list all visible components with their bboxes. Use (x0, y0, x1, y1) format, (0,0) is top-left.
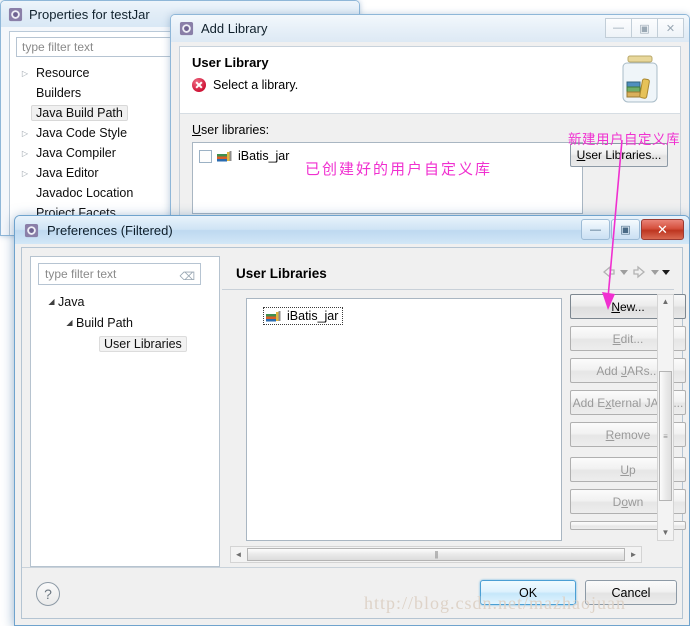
annotation-arrow (602, 140, 623, 310)
chevron-down-icon: ◢ (48, 297, 55, 306)
preferences-title: Preferences (Filtered) (47, 222, 173, 238)
vertical-scrollbar[interactable]: ▲ ≡ ▼ (657, 294, 674, 541)
properties-title: Properties for testJar (29, 6, 150, 22)
chevron-right-icon: ▷ (21, 68, 29, 78)
preferences-tree-item-build-path[interactable]: ◢ Build Path (37, 312, 217, 333)
chevron-down-icon: ◢ (66, 318, 73, 327)
scrollbar-track[interactable]: ≡ (658, 309, 673, 526)
properties-tree-label: Builders (36, 86, 82, 100)
maximize-icon[interactable]: ▣ (631, 18, 658, 38)
properties-tree-label: Resource (36, 66, 90, 80)
library-icon (266, 310, 281, 321)
properties-tree-label: Java Build Path (31, 105, 128, 121)
checkbox[interactable] (199, 149, 212, 163)
page-title: User Libraries (236, 266, 327, 281)
user-libraries-listbox[interactable]: iBatis_jar (246, 298, 562, 541)
eclipse-logo-icon (8, 7, 23, 21)
add-library-heading: User Library (192, 55, 269, 70)
preferences-tree-label: Build Path (76, 315, 133, 330)
clear-filter-icon[interactable]: ⌫ (179, 267, 195, 288)
error-icon (192, 78, 206, 92)
chevron-right-icon: ▷ (21, 168, 29, 178)
add-library-message-row: Select a library. (192, 78, 298, 92)
library-jar-icon (622, 55, 658, 103)
scroll-left-icon[interactable]: ◄ (231, 550, 246, 559)
preferences-filter-input[interactable]: type filter text ⌫ (38, 263, 201, 285)
eclipse-logo-icon (24, 223, 39, 237)
help-icon[interactable]: ? (36, 582, 60, 606)
preferences-filter-placeholder: type filter text (45, 267, 117, 281)
scrollbar-thumb[interactable]: ≡ (659, 371, 672, 501)
preferences-tree-label: User Libraries (99, 335, 187, 352)
properties-tree-label: Java Code Style (36, 126, 128, 140)
close-icon[interactable]: ✕ (657, 18, 684, 38)
horizontal-scrollbar[interactable]: ◄ ||| ► (230, 546, 642, 563)
minimize-icon[interactable]: — (605, 18, 632, 38)
chevron-right-icon: ▷ (21, 128, 29, 138)
preferences-tree-item-user-libraries[interactable]: User Libraries (37, 333, 217, 354)
properties-tree-label: Java Editor (36, 166, 99, 180)
list-item-label: iBatis_jar (287, 309, 339, 323)
add-library-window-buttons: — ▣ ✕ (605, 18, 684, 38)
preferences-tree-panel: type filter text ⌫ ◢ Java ◢ Build Path U… (30, 256, 220, 567)
library-icon (217, 150, 232, 161)
chevron-right-icon: ▷ (21, 148, 29, 158)
watermark: http://blog.csdn.net/mazhaojuan (364, 593, 626, 613)
add-library-title: Add Library (201, 21, 268, 36)
preferences-tree[interactable]: ◢ Java ◢ Build Path User Libraries (37, 291, 217, 354)
add-library-message: Select a library. (213, 78, 299, 92)
scroll-down-icon[interactable]: ▼ (662, 526, 670, 540)
add-library-header: User Library Select a library. (180, 47, 680, 114)
properties-tree-label: Javadoc Location (36, 186, 134, 200)
list-item-label: iBatis_jar (238, 149, 290, 163)
annotation-created-library: 已创建好的用户自定义库 (305, 161, 493, 178)
properties-tree-label: Java Compiler (36, 146, 116, 160)
eclipse-logo-icon (179, 21, 194, 36)
preferences-tree-label: Java (58, 294, 85, 309)
add-library-titlebar[interactable]: Add Library — ▣ ✕ (171, 15, 689, 42)
scrollbar-thumb[interactable]: ||| (247, 548, 625, 561)
list-item[interactable]: iBatis_jar (263, 307, 344, 325)
preferences-tree-item-java[interactable]: ◢ Java (37, 291, 217, 312)
user-libraries-label: User libraries: (192, 123, 270, 137)
scroll-right-icon[interactable]: ► (626, 550, 641, 559)
